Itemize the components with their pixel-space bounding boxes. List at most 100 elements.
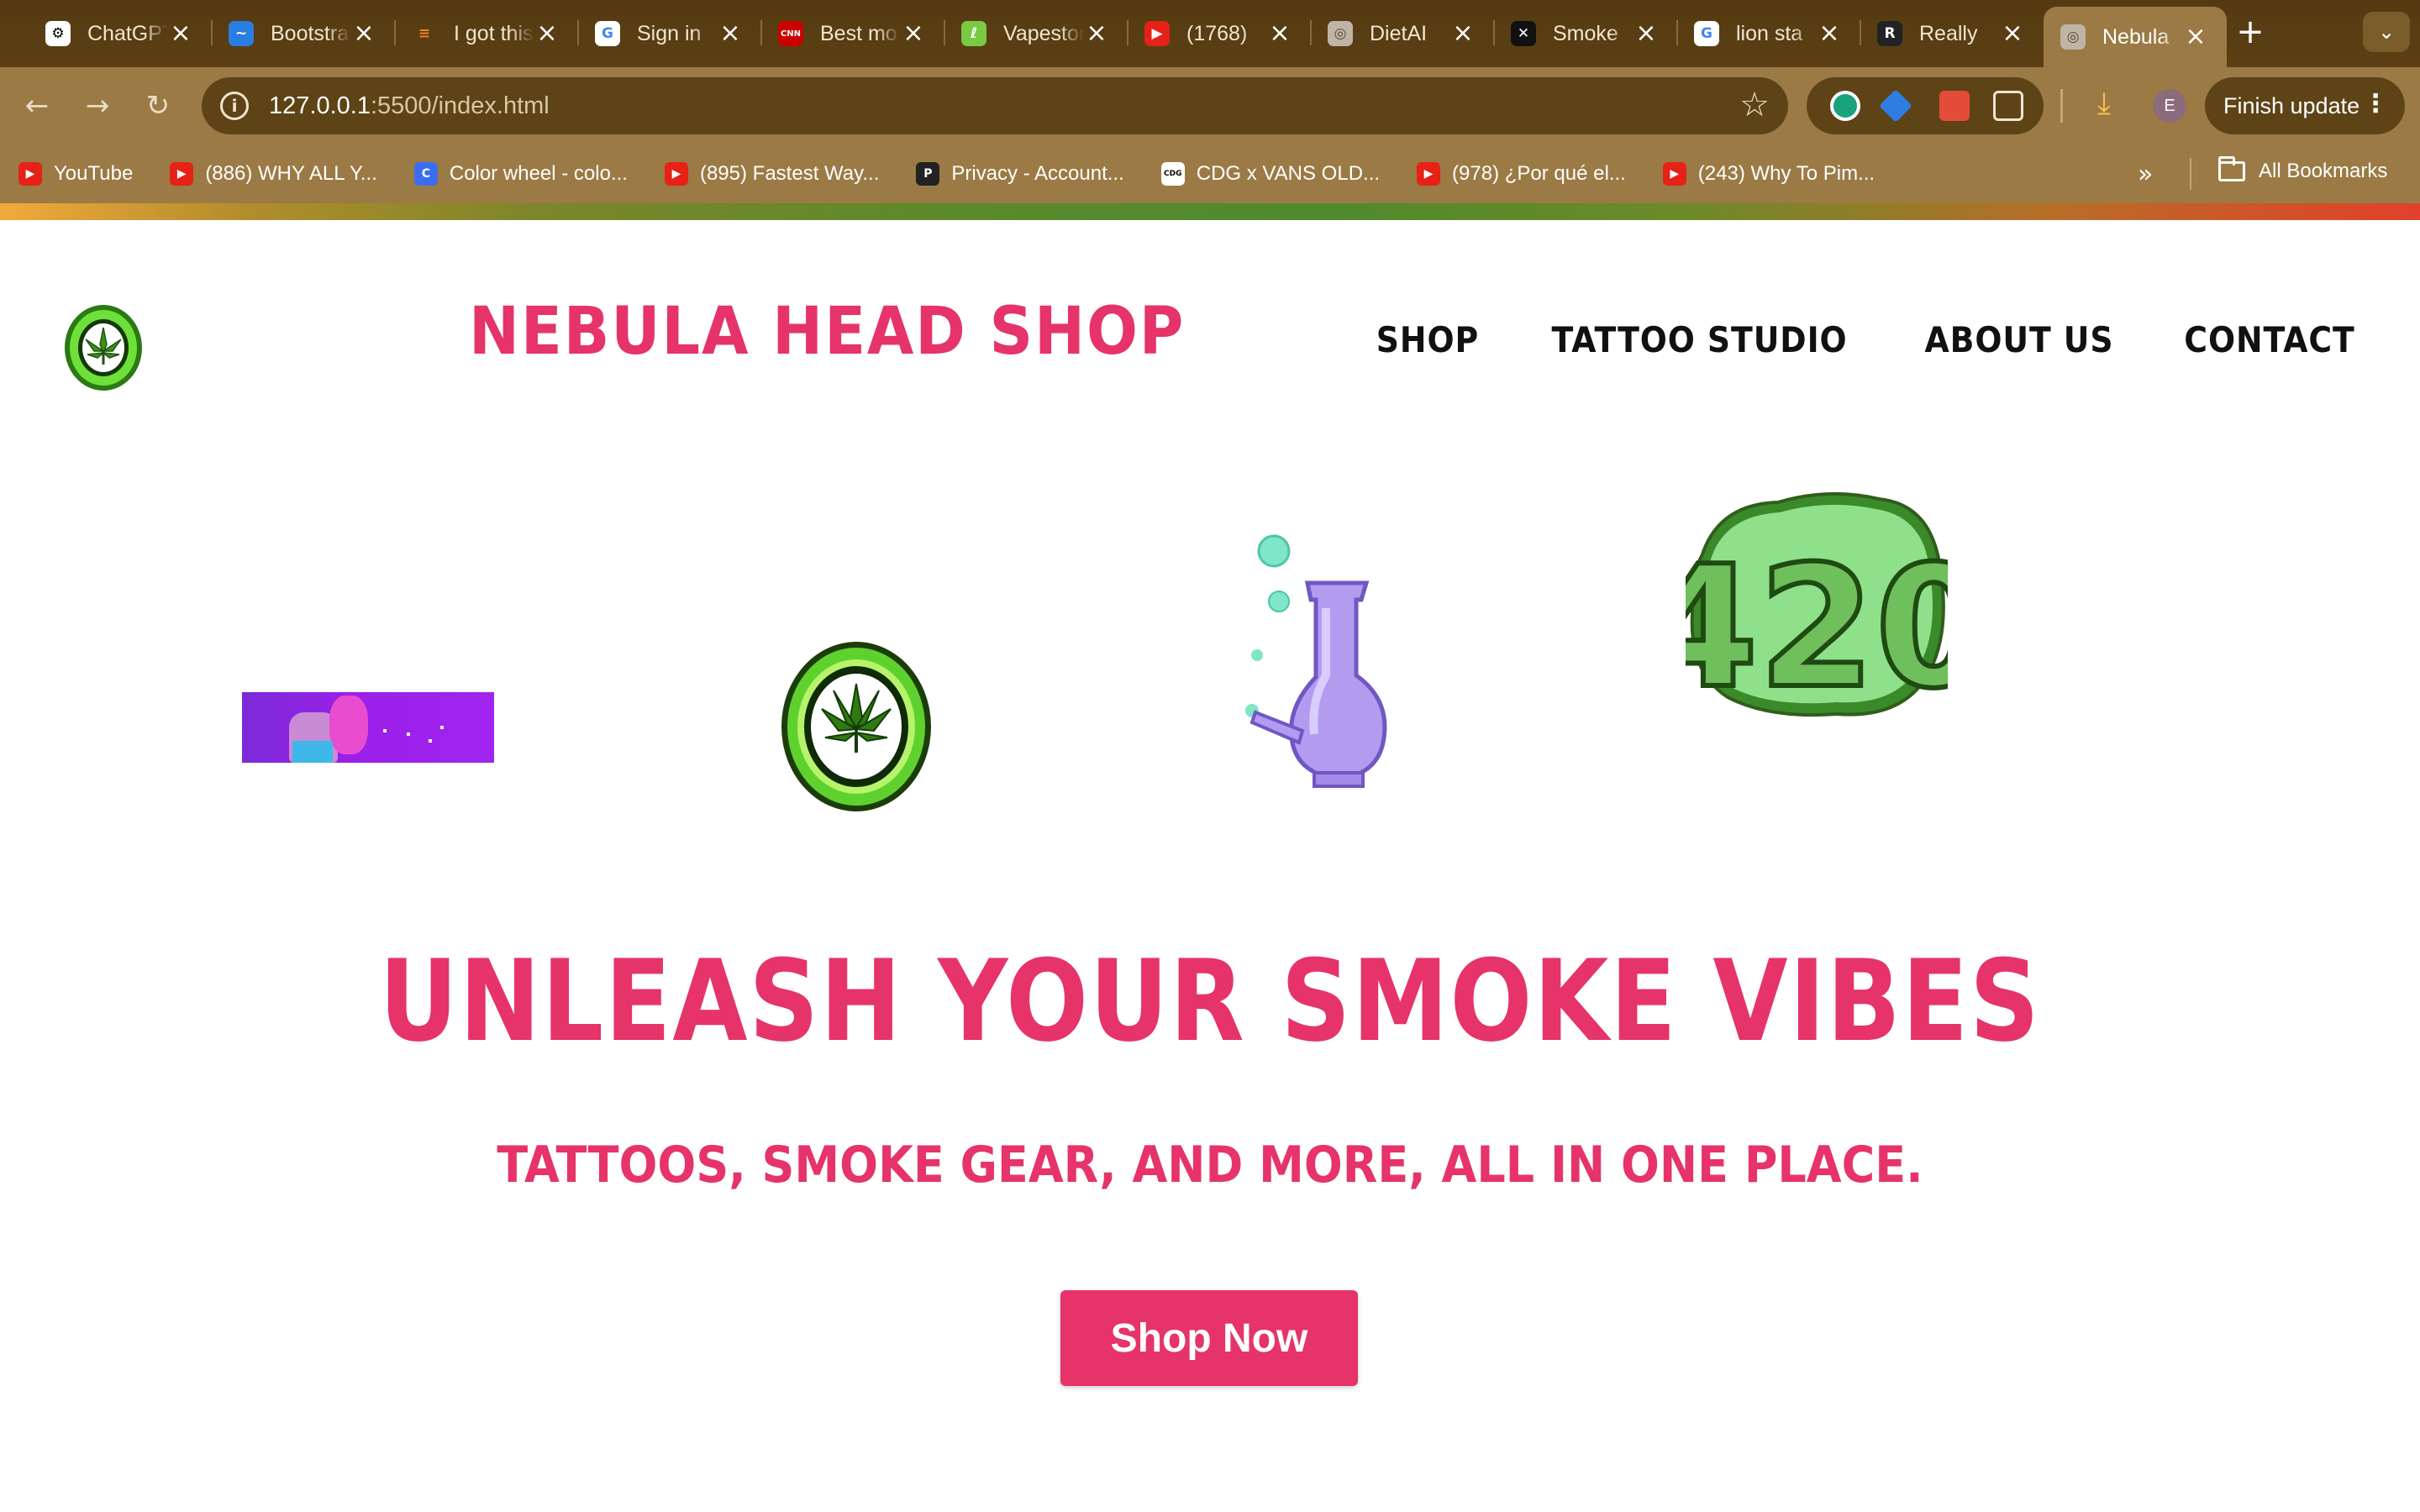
p-icon: P	[916, 162, 940, 186]
page-top-gradient-bar	[0, 203, 2420, 220]
bootstrap-icon: ~	[229, 21, 254, 46]
bookmark-item[interactable]: P Privacy - Account...	[916, 162, 1124, 186]
bookmark-label: (886) WHY ALL Y...	[205, 162, 377, 185]
youtube-icon: ▶	[170, 162, 194, 186]
folder-icon	[2218, 156, 2245, 181]
close-icon[interactable]: ×	[351, 21, 376, 46]
browser-tab[interactable]: ◎ Nebula ×	[2044, 7, 2227, 67]
youtube-icon: ▶	[1662, 162, 1686, 186]
close-icon[interactable]: ×	[718, 21, 743, 46]
tab-title: ChatGPT	[87, 21, 168, 45]
tab-title: Bootstrap	[271, 21, 351, 45]
browser-tab[interactable]: Glion sta ×	[1676, 7, 1860, 60]
tab-title: (1768)	[1186, 21, 1248, 45]
nav-shop[interactable]: SHOP	[1376, 319, 1479, 360]
nav-about-us[interactable]: ABOUT US	[1924, 319, 2113, 360]
bong-image	[1245, 534, 1387, 788]
bookmark-item[interactable]: ▶ (886) WHY ALL Y...	[170, 162, 377, 186]
main-nav: SHOP TATTOO STUDIO ABOUT US CONTACT	[1370, 319, 2365, 360]
forward-icon[interactable]: →	[77, 86, 118, 126]
browser-tab[interactable]: G Sign in ×	[577, 7, 761, 60]
hero-subtitle: Tattoos, smoke gear, and more, all in on…	[497, 1136, 1923, 1194]
bookmark-item[interactable]: ▶ (243) Why To Pim...	[1662, 162, 1876, 186]
close-icon[interactable]: ×	[1634, 21, 1659, 46]
browser-tab[interactable]: ≡ I got this ×	[394, 7, 578, 60]
bookmarks-bar: ▶ YouTube ▶ (886) WHY ALL Y... C Color wheel …	[0, 144, 2420, 203]
browser-tab[interactable]: ⚙ ChatGPT ×	[29, 7, 212, 60]
close-icon[interactable]: ×	[901, 21, 926, 46]
puzzle-extensions-icon[interactable]	[1993, 91, 2023, 121]
nav-contact[interactable]: CONTACT	[2184, 319, 2354, 360]
close-icon[interactable]: ×	[2183, 24, 2208, 50]
globe-icon: ◎	[2060, 24, 2086, 50]
tab-strip: ⚙ChatGPT×~Bootstrap×≡I got this×GSign in…	[0, 0, 2420, 67]
brand-icon: R	[1877, 21, 1902, 46]
youtube-icon: ▶	[1144, 21, 1170, 46]
all-bookmarks-button[interactable]: All Bookmarks	[2218, 156, 2387, 183]
bookmark-label: (978) ¿Por qué el...	[1452, 162, 1626, 185]
url-text[interactable]: 127.0.0.1:5500/index.html	[269, 92, 550, 120]
browser-tab[interactable]: ✕ Smoke ×	[1493, 7, 1677, 60]
x-icon: ✕	[1511, 21, 1536, 46]
close-icon[interactable]: ×	[1450, 21, 1476, 46]
close-icon[interactable]: ×	[168, 21, 193, 46]
shop-now-button[interactable]: Shop Now	[1060, 1290, 1358, 1386]
more-bookmarks-icon[interactable]: »	[2138, 160, 2153, 189]
smoke-animation-image	[242, 692, 494, 763]
stackoverflow-icon: ≡	[418, 25, 431, 42]
close-icon[interactable]: ×	[534, 21, 560, 46]
four-twenty-badge-image: 420	[1686, 491, 1948, 721]
browser-tab[interactable]: ~ Bootstrap×	[211, 7, 395, 60]
bookmark-item[interactable]: CDG CDG x VANS OLD...	[1160, 162, 1381, 186]
bookmark-label: CDG x VANS OLD...	[1196, 162, 1381, 185]
badge-text: 420	[1686, 530, 1948, 721]
hero-title: Unleash Your Smoke Vibes	[379, 936, 2041, 1067]
tab-title: I got this	[454, 21, 534, 45]
bookmark-label: (895) Fastest Way...	[699, 162, 880, 185]
toolbar-divider	[2060, 89, 2063, 123]
more-menu-icon[interactable]: ⋮	[2363, 89, 2388, 118]
tab-title: lion sta	[1736, 21, 1803, 45]
bookmark-star-icon[interactable]: ☆	[1739, 86, 1770, 124]
address-bar[interactable]: i 127.0.0.1:5500/index.html ☆	[202, 77, 1788, 134]
site-title[interactable]: Nebula Head Shop	[469, 294, 1185, 370]
bookmark-label: (243) Why To Pim...	[1697, 162, 1876, 185]
close-icon[interactable]: ×	[1267, 21, 1292, 46]
close-icon[interactable]: ×	[1817, 21, 1842, 46]
finish-update-label: Finish update	[2223, 92, 2360, 118]
tab-title: Vapestore	[1003, 21, 1084, 45]
bookmark-item[interactable]: ▶ YouTube	[18, 162, 133, 186]
browser-tab[interactable]: ◎ DietAI ×	[1310, 7, 1494, 60]
calendar-extension-icon[interactable]	[1939, 91, 1970, 121]
openai-icon: ⚙	[45, 21, 71, 46]
bookmark-item[interactable]: ▶ (978) ¿Por qué el...	[1417, 162, 1626, 186]
close-icon[interactable]: ×	[2000, 21, 2025, 46]
tab-search-button[interactable]: ⌄	[2363, 12, 2410, 52]
browser-tab[interactable]: ▶ (1768) ×	[1127, 7, 1311, 60]
bookmark-item[interactable]: ▶ (895) Fastest Way...	[664, 162, 880, 186]
leaf-logo-icon[interactable]	[62, 302, 145, 393]
close-icon[interactable]: ×	[1084, 21, 1109, 46]
gem-extension-icon[interactable]	[1879, 89, 1912, 123]
browser-tab[interactable]: ℓ Vapestore×	[944, 7, 1128, 60]
url-host: 127.0.0.1	[269, 92, 371, 119]
nav-tattoo-studio[interactable]: TATTOO STUDIO	[1551, 319, 1847, 360]
grammarly-icon[interactable]	[1830, 91, 1860, 121]
browser-tab[interactable]: CNN Best mo ×	[760, 7, 944, 60]
back-icon[interactable]: ←	[17, 86, 57, 126]
leaf-coin-image	[781, 642, 931, 811]
reload-icon[interactable]: ↻	[138, 86, 178, 126]
site-info-icon[interactable]: i	[220, 92, 249, 120]
canva-icon: C	[413, 162, 438, 186]
browser-tab[interactable]: R Really ×	[1860, 7, 2044, 60]
bookmark-item[interactable]: C Color wheel - colo...	[413, 162, 628, 186]
bookmark-label: YouTube	[54, 162, 134, 185]
extensions-group	[1807, 77, 2044, 134]
tab-title: Smoke	[1553, 21, 1618, 45]
profile-avatar[interactable]: E	[2153, 89, 2186, 123]
download-icon[interactable]: ⤓	[2084, 84, 2124, 124]
new-tab-button[interactable]: +	[2232, 13, 2269, 50]
finish-update-button[interactable]: Finish update ⋮	[2205, 77, 2405, 134]
tab-title: Best mo	[820, 21, 897, 45]
vape-icon: ℓ	[961, 21, 986, 46]
